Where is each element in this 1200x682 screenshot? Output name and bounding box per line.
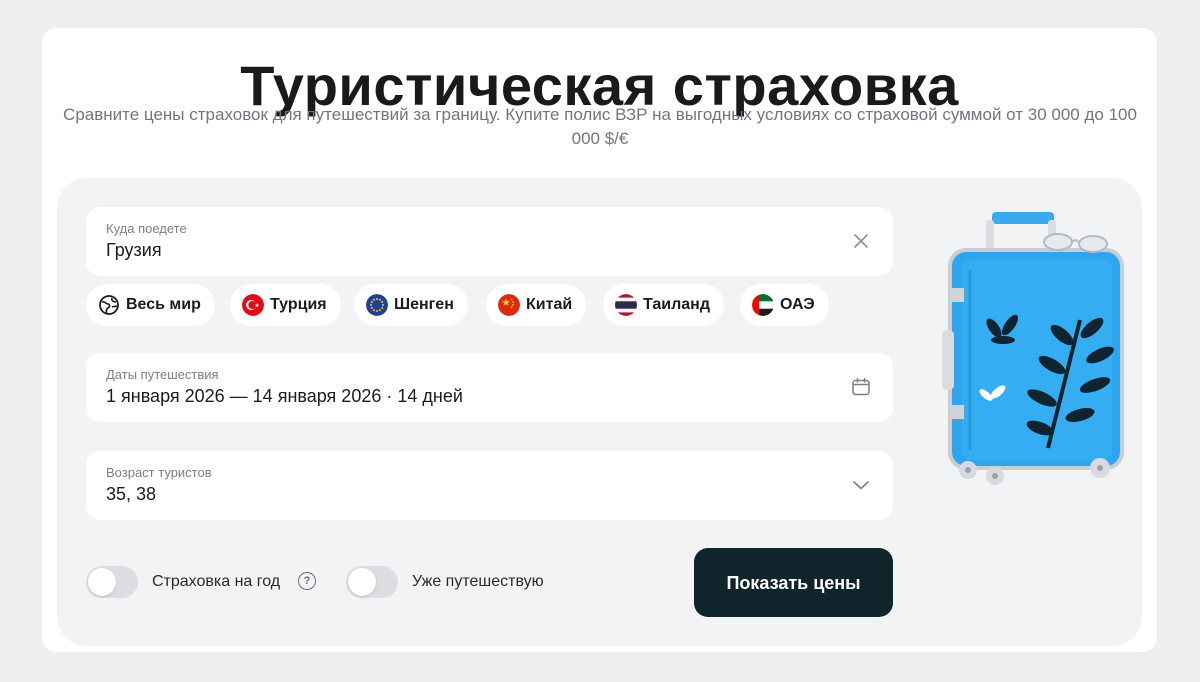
destination-value: Грузия <box>106 240 162 260</box>
toggle-knob <box>348 568 376 596</box>
flag-thailand-icon <box>615 294 637 316</box>
flag-turkey-icon <box>242 294 264 316</box>
already-traveling-toggle[interactable] <box>346 566 398 598</box>
help-icon[interactable]: ? <box>298 572 316 590</box>
dates-value: 1 января 2026 — 14 января 2026 · 14 дней <box>106 386 463 406</box>
show-prices-button[interactable]: Показать цены <box>694 548 893 617</box>
chip-label: Китай <box>526 296 573 313</box>
annual-insurance-label: Страховка на год <box>152 573 281 590</box>
ages-value: 35, 38 <box>106 484 157 504</box>
annual-insurance-toggle[interactable] <box>86 566 138 598</box>
dates-label: Даты путешествия <box>106 367 219 382</box>
chip-schengen[interactable]: Шенген <box>354 284 468 326</box>
ages-field[interactable]: Возраст туристов 35, 38 <box>86 451 893 520</box>
already-traveling-label: Уже путешествую <box>412 573 544 590</box>
chip-label: Весь мир <box>126 296 201 313</box>
chevron-down-icon[interactable] <box>849 473 873 497</box>
chip-turkey[interactable]: Турция <box>230 284 341 326</box>
chip-world[interactable]: Весь мир <box>86 284 215 326</box>
destination-field[interactable]: Куда поедете Грузия <box>86 207 893 276</box>
flag-china-icon <box>498 294 520 316</box>
calendar-icon[interactable] <box>849 375 873 399</box>
suitcase-illustration <box>942 212 1124 485</box>
flag-eu-icon <box>366 294 388 316</box>
chip-china[interactable]: Китай <box>486 284 587 326</box>
dates-field[interactable]: Даты путешествия 1 января 2026 — 14 янва… <box>86 353 893 422</box>
page-subtitle: Сравните цены страховок для путешествий … <box>63 105 1137 148</box>
chip-label: Шенген <box>394 296 454 313</box>
chip-label: Таиланд <box>643 296 710 313</box>
flag-uae-icon <box>752 294 774 316</box>
toggle-knob <box>88 568 116 596</box>
chip-label: Турция <box>270 296 327 313</box>
ages-label: Возраст туристов <box>106 465 212 480</box>
close-icon[interactable] <box>849 229 873 253</box>
world-icon <box>99 295 119 315</box>
chip-label: ОАЭ <box>780 296 815 313</box>
chip-uae[interactable]: ОАЭ <box>740 284 829 326</box>
destination-label: Куда поедете <box>106 221 187 236</box>
chip-thailand[interactable]: Таиланд <box>603 284 724 326</box>
